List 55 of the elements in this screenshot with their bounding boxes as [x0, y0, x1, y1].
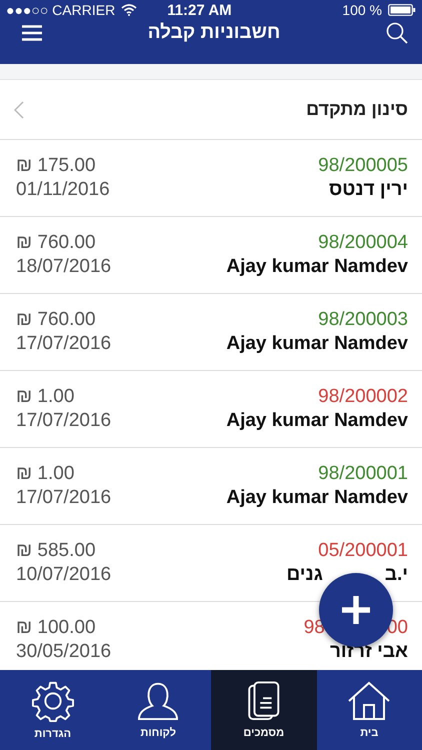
documents-icon — [246, 681, 281, 721]
invoice-number: 98/200003 — [318, 309, 408, 331]
status-time: 11:27 AM — [167, 2, 232, 18]
battery-percent: 100 % — [342, 2, 382, 18]
invoice-amount: ₪ 585.00 — [16, 540, 96, 562]
chevron-left-icon — [14, 100, 24, 118]
carrier-signal: ●●●○○ CARRIER — [6, 2, 116, 18]
invoice-date: 18/07/2016 — [16, 256, 112, 278]
customer-name: גנים — [286, 564, 323, 586]
customer-name: ירין דנטס — [328, 179, 408, 201]
invoice-amount: ₪ 175.00 — [16, 155, 96, 177]
customer-name: Ajay kumar Namdev — [226, 487, 408, 509]
invoice-number: 98/200005 — [318, 155, 408, 177]
menu-icon[interactable] — [22, 25, 42, 41]
customer-name: אבי זרזור — [330, 641, 408, 663]
invoice-number: 98/200004 — [318, 232, 408, 254]
wifi-icon — [121, 4, 138, 16]
invoice-number: 98/200002 — [318, 386, 408, 408]
customer-name: י.ב — [384, 564, 408, 586]
screen-title: חשבוניות קבלה — [148, 22, 280, 44]
invoice-date: 30/05/2016 — [16, 641, 112, 663]
battery-icon — [388, 4, 416, 16]
tab-label: הגדרות — [34, 728, 72, 740]
tab-bar-item[interactable]: בית — [316, 670, 422, 750]
invoice-amount: ₪ 1.00 — [16, 386, 74, 408]
tab-bar-item[interactable]: לקוחות — [106, 670, 211, 750]
invoice-amount: ₪ 100.00 — [16, 617, 96, 639]
tab-label: לקוחות — [140, 727, 176, 739]
tab-bar-item[interactable]: הגדרות — [0, 670, 106, 750]
invoice-date: 17/07/2016 — [16, 333, 112, 355]
invoice-amount: ₪ 760.00 — [16, 232, 96, 254]
tab-label: בית — [360, 727, 378, 739]
customer-name: Ajay kumar Namdev — [226, 410, 408, 432]
plus-icon — [341, 595, 371, 625]
advanced-filter-row[interactable]: סינון מתקדם — [0, 80, 422, 140]
tab-bar-item[interactable]: מסמכים — [211, 670, 316, 750]
customer-name: Ajay kumar Namdev — [226, 333, 408, 355]
tab-label: מסמכים — [243, 727, 284, 739]
invoice-row[interactable]: 98/200002 Ajay kumar Namdev ₪ 1.00 17/07/2016 — [0, 371, 422, 448]
invoice-date: 01/11/2016 — [16, 179, 110, 201]
invoice-row[interactable]: 98/200003 Ajay kumar Namdev ₪ 760.00 17/07/2016 — [0, 294, 422, 371]
gear-icon — [32, 680, 74, 722]
house-icon — [347, 681, 392, 721]
search-icon[interactable] — [386, 22, 408, 44]
invoice-date: 10/07/2016 — [16, 564, 112, 586]
person-icon — [136, 681, 180, 721]
invoice-number: 05/200001 — [318, 540, 408, 562]
invoice-amount: ₪ 1.00 — [16, 463, 74, 485]
invoice-date: 17/07/2016 — [16, 410, 112, 432]
invoice-date: 17/07/2016 — [16, 487, 112, 509]
invoice-number: 98/200001 — [318, 463, 408, 485]
customer-name: Ajay kumar Namdev — [226, 256, 408, 278]
invoice-row[interactable]: 98/200004 Ajay kumar Namdev ₪ 760.00 18/07/2016 — [0, 217, 422, 294]
invoice-amount: ₪ 760.00 — [16, 309, 96, 331]
invoice-row[interactable]: 98/200001 Ajay kumar Namdev ₪ 1.00 17/07/2016 — [0, 448, 422, 525]
